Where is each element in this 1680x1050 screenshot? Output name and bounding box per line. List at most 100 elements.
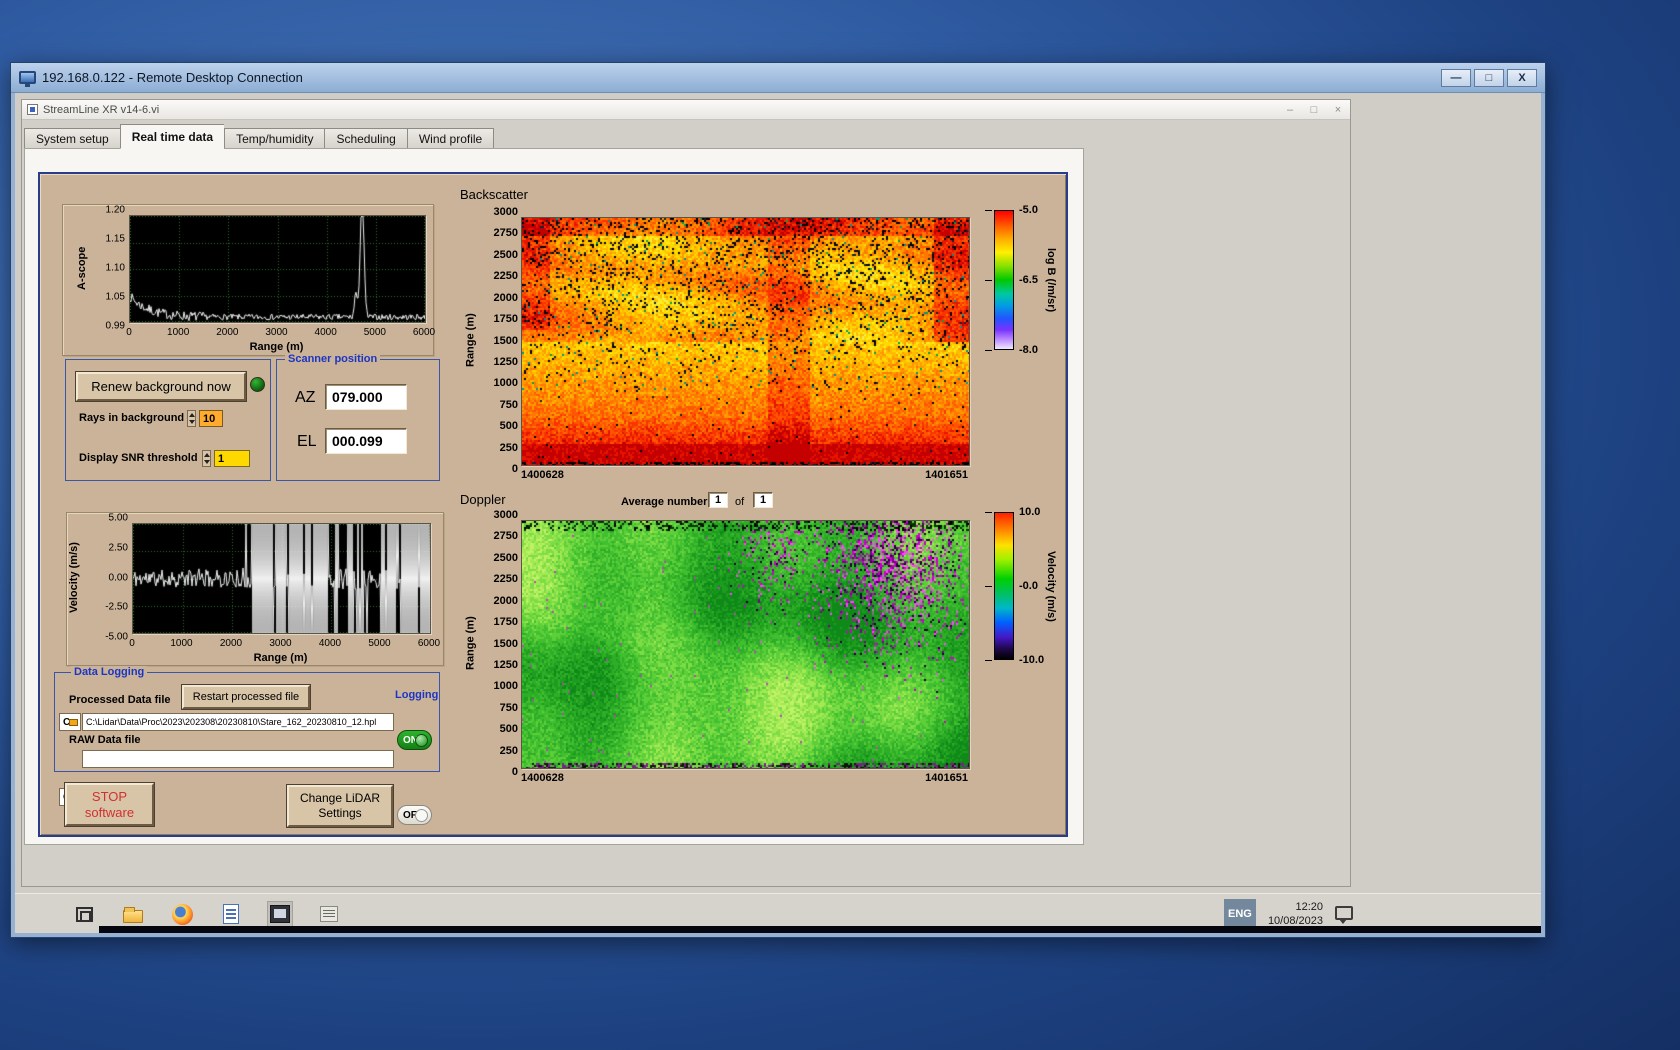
- of-label: of: [735, 496, 745, 508]
- colorbar-tick-label: -10.0: [1019, 654, 1045, 666]
- scan-scheduler-icon[interactable]: [316, 901, 342, 927]
- tab-wind-profile[interactable]: Wind profile: [406, 128, 495, 149]
- tick-label: 1000: [170, 638, 193, 649]
- raw-logging-toggle[interactable]: OFF: [397, 805, 432, 825]
- tab-scheduling[interactable]: Scheduling: [324, 128, 407, 149]
- restart-processed-file-button[interactable]: Restart processed file: [182, 685, 310, 709]
- processed-logging-toggle[interactable]: ON: [397, 730, 432, 750]
- taskbar-clock[interactable]: 12:20 10/08/2023: [1268, 900, 1323, 928]
- colorbar-tick-label: 10.0: [1019, 506, 1041, 518]
- spin-down-icon[interactable]: [203, 459, 210, 464]
- file-explorer-icon[interactable]: [120, 901, 146, 927]
- doppler-colorbar-gradient: [994, 512, 1014, 660]
- tick-label: 500: [499, 723, 518, 736]
- tick-label: 250: [499, 441, 518, 454]
- rdp-window: 192.168.0.122 - Remote Desktop Connectio…: [10, 62, 1546, 938]
- tab-system-setup[interactable]: System setup: [24, 128, 120, 149]
- spin-up-icon[interactable]: [203, 453, 210, 458]
- tick-label: 6000: [412, 327, 436, 338]
- snr-spinner[interactable]: [202, 450, 211, 467]
- processed-data-file-label: Processed Data file: [69, 694, 171, 706]
- logging-label: Logging: [395, 689, 439, 701]
- tick-label: 0: [129, 638, 135, 649]
- system-tray: ENG 12:20 10/08/2023: [1223, 899, 1353, 929]
- rays-spinner[interactable]: [187, 410, 196, 427]
- tick-label: 1000: [167, 327, 190, 338]
- backscatter-x-start: 1400628: [521, 469, 564, 481]
- colorbar-tick: [985, 586, 992, 587]
- average-number-label: Average number: [621, 496, 708, 508]
- velocity-plot: [132, 523, 431, 634]
- colorbar-tick: [985, 210, 992, 211]
- language-indicator[interactable]: ENG: [1223, 899, 1256, 929]
- spin-down-icon[interactable]: [188, 419, 195, 424]
- firefox-icon[interactable]: [169, 901, 195, 927]
- app-title: StreamLine XR v14-6.vi: [43, 103, 160, 116]
- el-value-field[interactable]: 000.099: [325, 428, 407, 454]
- background-controls-group: Renew background now Rays in background …: [65, 359, 271, 481]
- tab-real-time-data[interactable]: Real time data: [119, 124, 225, 149]
- processed-path-field[interactable]: C:\Lidar\Data\Proc\2023\202308\20230810\…: [82, 713, 394, 731]
- minimize-button[interactable]: —: [1441, 68, 1471, 87]
- text-editor-icon[interactable]: [218, 901, 244, 927]
- tick-label: 2500: [493, 248, 518, 261]
- tick-label: 6000: [417, 638, 441, 649]
- tick-label: 3000: [493, 206, 518, 218]
- snr-value-field[interactable]: 1: [214, 450, 250, 467]
- rays-value-field[interactable]: 10: [199, 410, 223, 427]
- doppler-y-ticks: 3000 2750 2500 2250 2000 1750 1500 1250 1000 750 5…: [476, 509, 518, 778]
- colorbar-tick: [985, 280, 992, 281]
- tick-label: 5000: [363, 327, 386, 338]
- change-lidar-settings-button[interactable]: Change LiDAR Settings: [287, 785, 393, 827]
- close-button[interactable]: X: [1507, 68, 1537, 87]
- average-number-field[interactable]: 1: [708, 492, 728, 508]
- tick-label: -5.00: [105, 631, 128, 643]
- average-count-field[interactable]: 1: [753, 492, 773, 508]
- ascope-plot: [129, 215, 426, 323]
- tick-label: 750: [499, 701, 518, 714]
- rdp-titlebar[interactable]: 192.168.0.122 - Remote Desktop Connectio…: [11, 63, 1545, 93]
- task-view-icon[interactable]: [71, 901, 97, 927]
- minimize-button[interactable]: –: [1283, 104, 1297, 116]
- rdp-window-controls: — □ X: [1441, 68, 1537, 87]
- tick-label: 3000: [269, 638, 292, 649]
- backscatter-colorbar: -5.0 -6.5 -8.0: [985, 204, 1038, 356]
- folder-browse-icon[interactable]: [69, 719, 78, 726]
- tick-label: 1750: [493, 313, 518, 326]
- tick-label: 2000: [493, 594, 518, 607]
- tick-label: 1500: [493, 334, 518, 347]
- az-value-field[interactable]: 079.000: [325, 384, 407, 410]
- rdp-client-frame: StreamLine XR v14-6.vi – □ × System setu…: [11, 93, 1545, 937]
- spin-up-icon[interactable]: [188, 413, 195, 418]
- streamline-app-icon[interactable]: [267, 901, 293, 927]
- toggle-knob: [415, 809, 428, 822]
- maximize-button[interactable]: □: [1474, 68, 1504, 87]
- tick-label: 500: [499, 420, 518, 433]
- clock-time: 12:20: [1295, 901, 1323, 913]
- tick-label: 0.99: [105, 320, 125, 332]
- tick-label: 3000: [493, 509, 518, 521]
- notification-bubble-icon[interactable]: [1335, 905, 1353, 924]
- backscatter-title: Backscatter: [460, 187, 528, 202]
- tab-temp-humidity[interactable]: Temp/humidity: [224, 128, 325, 149]
- tick-label: 1250: [493, 658, 518, 671]
- tick-label: 1.20: [105, 204, 125, 216]
- renew-background-button[interactable]: Renew background now: [76, 372, 246, 401]
- close-button[interactable]: ×: [1331, 104, 1345, 116]
- rdp-computer-icon: [19, 71, 36, 87]
- tick-label: 2000: [216, 327, 239, 338]
- velocity-y-axis-label: Velocity (m/s): [68, 542, 80, 613]
- tick-label: 1.05: [105, 291, 125, 303]
- tick-label: 2250: [493, 573, 518, 586]
- tick-label: 2.50: [108, 542, 128, 554]
- processed-drive-selector[interactable]: C: [59, 713, 81, 731]
- tick-label: 2750: [493, 530, 518, 543]
- tick-label: 1.15: [105, 233, 125, 245]
- velocity-plot-group: Velocity (m/s) 5.00 2.50 0.00 -2.50 -5.00 0 1…: [66, 512, 444, 666]
- stop-software-button[interactable]: STOP software: [65, 783, 154, 826]
- maximize-button[interactable]: □: [1307, 104, 1321, 116]
- app-titlebar[interactable]: StreamLine XR v14-6.vi – □ ×: [22, 100, 1350, 120]
- data-logging-group: Data Logging Processed Data file Restart…: [54, 666, 440, 825]
- raw-path-field[interactable]: [82, 750, 394, 768]
- tick-label: 4000: [314, 327, 337, 338]
